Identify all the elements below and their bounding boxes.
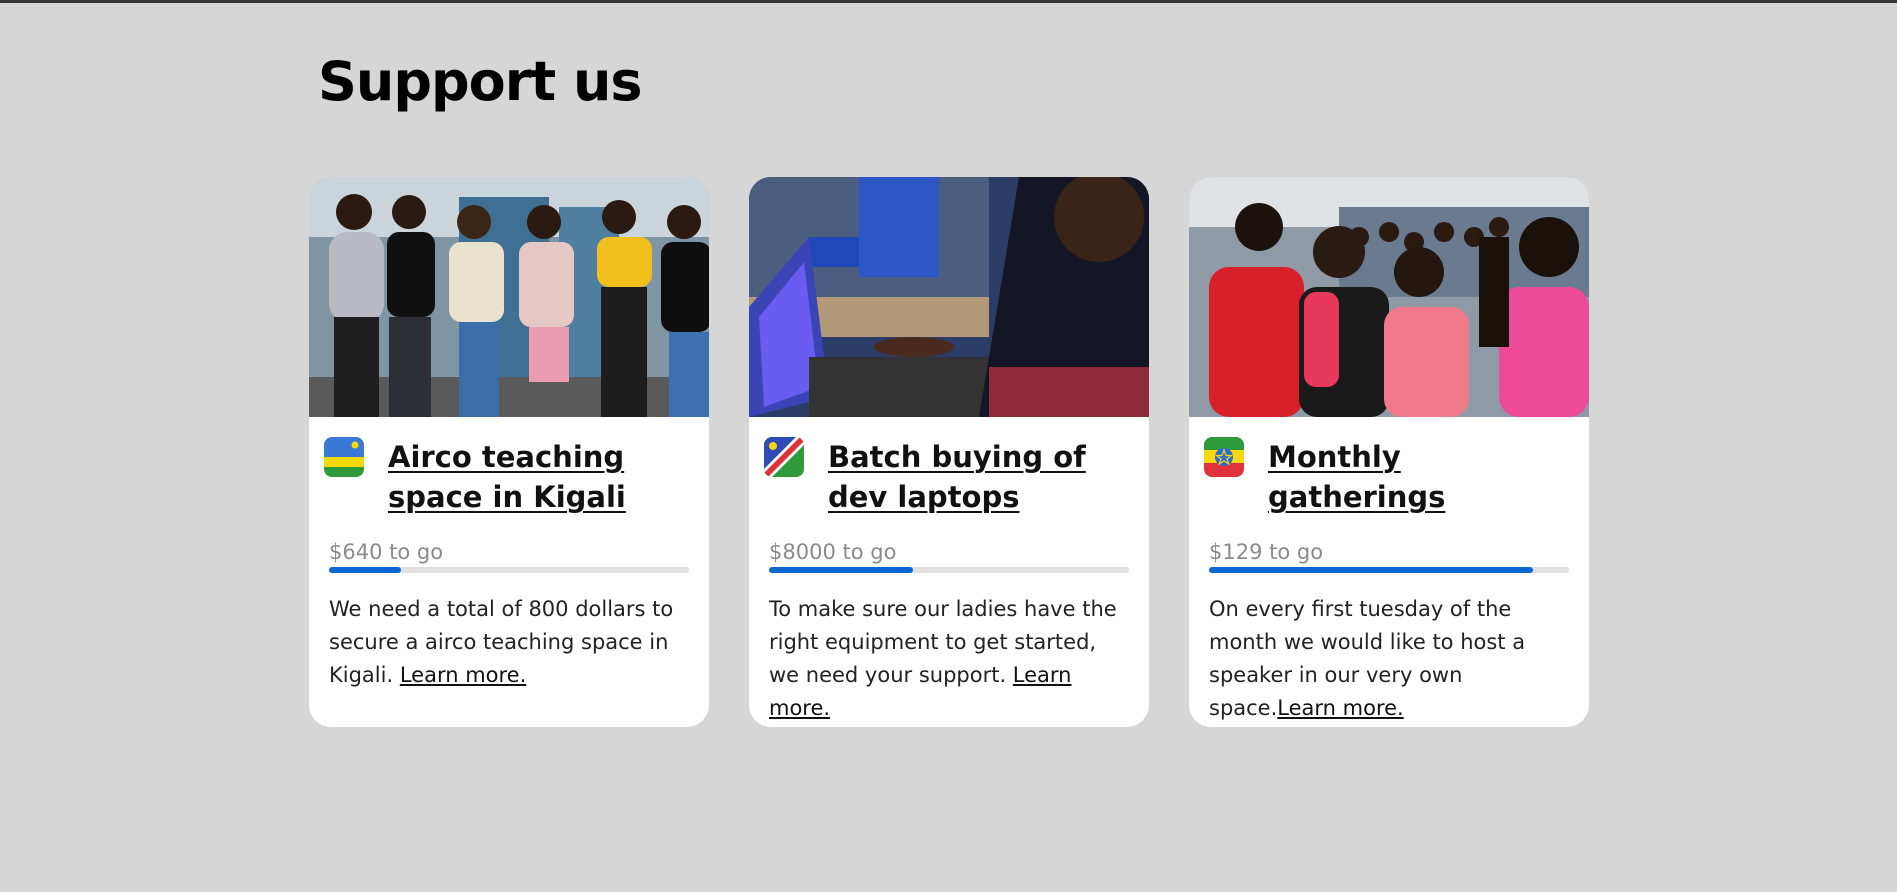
- amount-to-go: $640 to go: [329, 540, 444, 564]
- page-title: Support us: [318, 50, 643, 113]
- card-description: To make sure our ladies have the right e…: [769, 593, 1129, 725]
- learn-more-link[interactable]: Learn more.: [1277, 696, 1403, 720]
- card-photo-group-women: [309, 177, 709, 417]
- amount-to-go: $129 to go: [1209, 540, 1324, 564]
- progress-bar: [329, 567, 689, 573]
- learn-more-link[interactable]: Learn more.: [400, 663, 526, 687]
- card-photo-laptop: [749, 177, 1149, 417]
- card-title-link[interactable]: Batch buying of dev laptops: [828, 437, 1133, 517]
- namibia-flag-icon: [764, 437, 804, 477]
- donation-card: Batch buying of dev laptops $8000 to go …: [749, 177, 1149, 727]
- cards-container: Airco teaching space in Kigali $640 to g…: [309, 177, 1589, 727]
- ethiopia-flag-icon: [1204, 437, 1244, 477]
- card-description: On every first tuesday of the month we w…: [1209, 593, 1569, 725]
- card-description: We need a total of 800 dollars to secure…: [329, 593, 689, 692]
- amount-to-go: $8000 to go: [769, 540, 897, 564]
- donation-card: Airco teaching space in Kigali $640 to g…: [309, 177, 709, 727]
- progress-fill: [1209, 567, 1533, 573]
- top-border: [0, 0, 1897, 3]
- progress-fill: [769, 567, 913, 573]
- rwanda-flag-icon: [324, 437, 364, 477]
- progress-bar: [1209, 567, 1569, 573]
- card-photo-audience: [1189, 177, 1589, 417]
- progress-fill: [329, 567, 401, 573]
- card-title-link[interactable]: Monthly gatherings: [1268, 437, 1573, 517]
- progress-bar: [769, 567, 1129, 573]
- card-title-link[interactable]: Airco teaching space in Kigali: [388, 437, 693, 517]
- donation-card: Monthly gatherings $129 to go On every f…: [1189, 177, 1589, 727]
